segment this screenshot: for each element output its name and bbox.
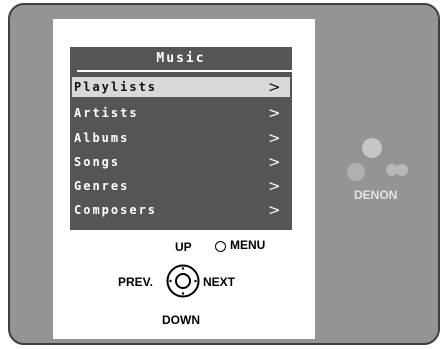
chevron-right-icon: > — [268, 129, 281, 147]
menu-item-songs[interactable]: Songs > — [70, 151, 292, 173]
chevron-right-icon: > — [268, 177, 281, 195]
menu-item-label: Genres — [74, 179, 130, 193]
music-menu-screen: Music Playlists > Artists > Albums > Son… — [70, 47, 292, 230]
menu-button-label[interactable]: MENU — [230, 238, 265, 252]
menu-item-genres[interactable]: Genres > — [70, 175, 292, 197]
chevron-right-icon: > — [268, 201, 281, 219]
chevron-right-icon: > — [268, 104, 281, 122]
menu-item-label: Composers — [74, 203, 158, 217]
denon-logo-dots — [347, 138, 408, 181]
menu-item-artists[interactable]: Artists > — [70, 102, 292, 124]
screen-title: Music — [156, 51, 206, 66]
circle-menu-icon[interactable] — [215, 241, 226, 252]
next-button-label[interactable]: NEXT — [203, 275, 235, 289]
menu-item-label: Playlists — [74, 80, 158, 94]
down-button-label[interactable]: DOWN — [162, 313, 200, 327]
display-bezel: Music Playlists > Artists > Albums > Son… — [53, 19, 315, 339]
menu-item-playlists[interactable]: Playlists > — [70, 76, 292, 98]
menu-item-label: Songs — [74, 155, 121, 169]
menu-item-composers[interactable]: Composers > — [70, 199, 292, 221]
up-button-label[interactable]: UP — [175, 240, 192, 254]
menu-item-label: Artists — [74, 106, 139, 120]
chevron-right-icon: > — [268, 153, 281, 171]
menu-item-label: Albums — [74, 131, 130, 145]
prev-button-label[interactable]: PREV. — [118, 275, 153, 289]
brand-logo-text: DENON — [354, 188, 398, 202]
menu-item-albums[interactable]: Albums > — [70, 127, 292, 149]
title-underline — [77, 70, 292, 72]
chevron-right-icon: > — [268, 78, 281, 96]
center-select-dial-icon[interactable] — [166, 264, 200, 298]
